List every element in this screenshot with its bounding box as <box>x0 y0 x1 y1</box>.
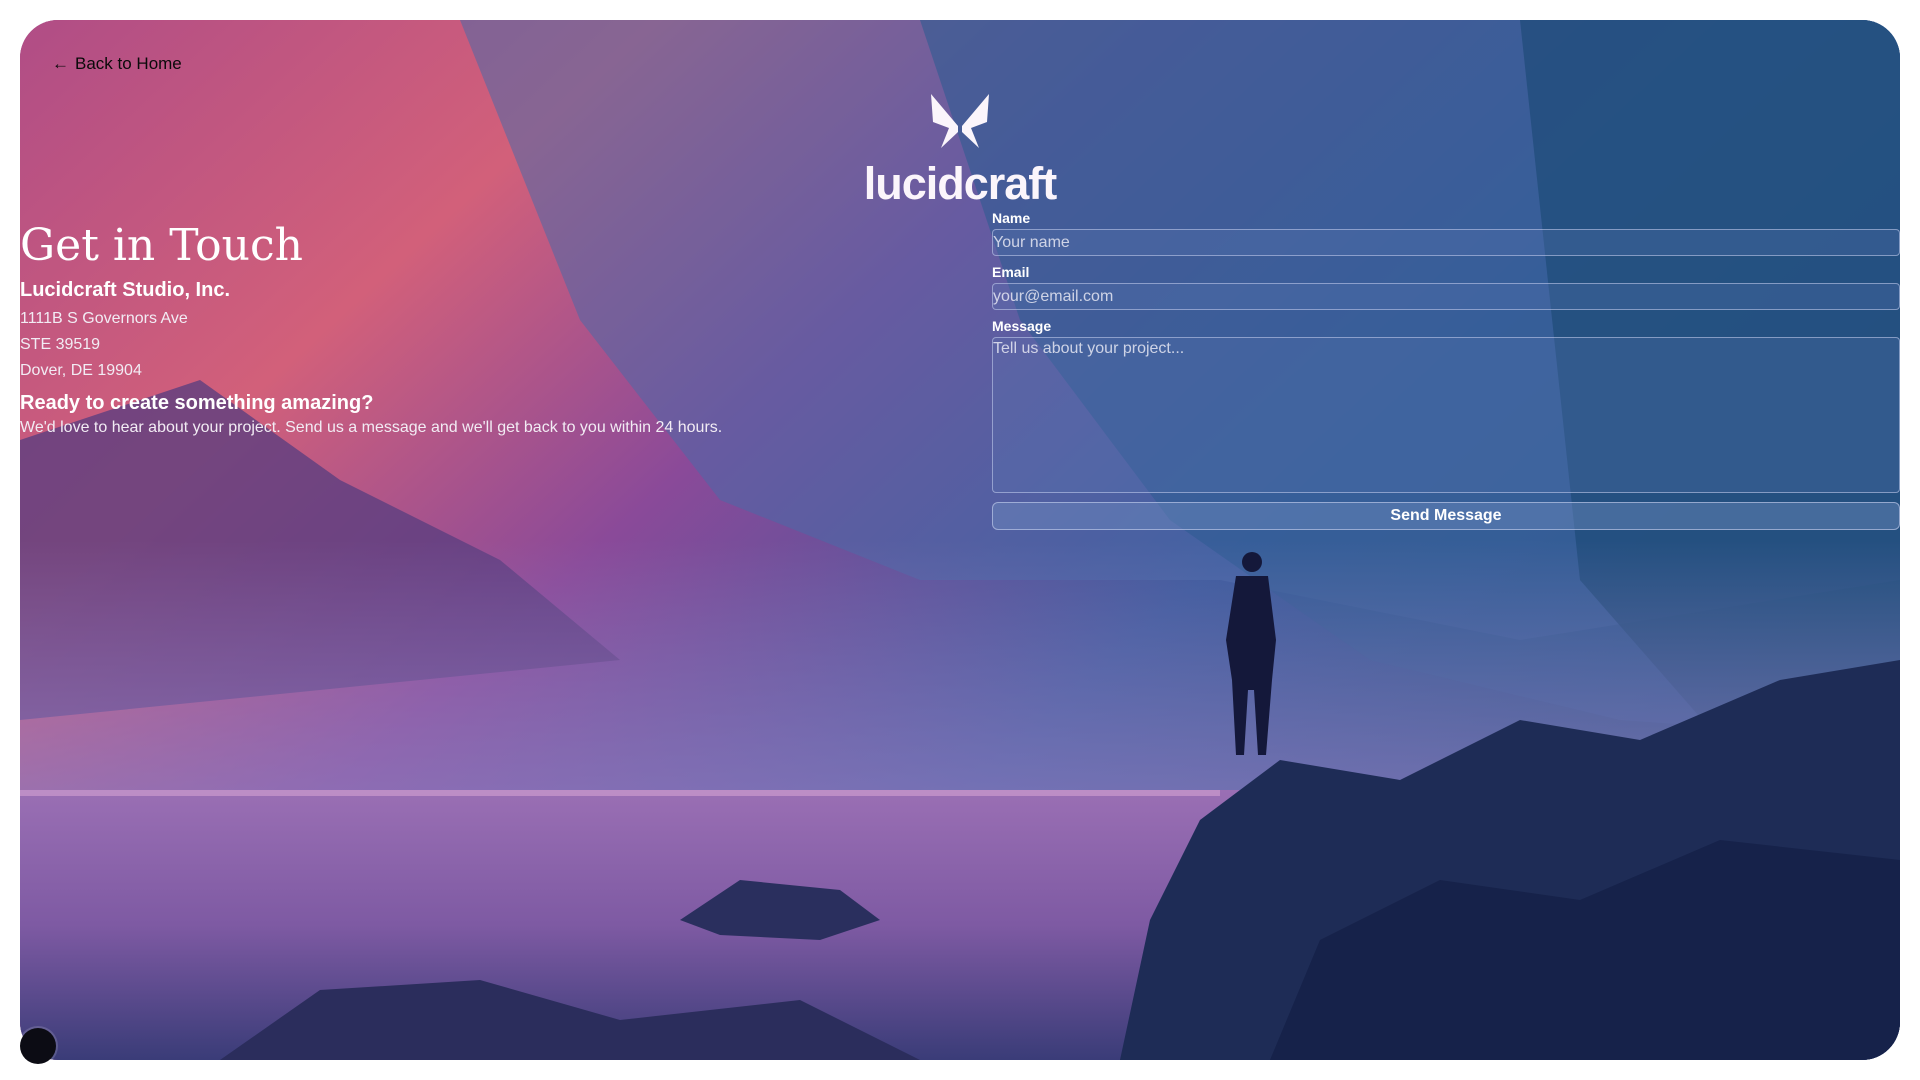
contact-info: Get in Touch Lucidcraft Studio, Inc. 111… <box>20 220 880 437</box>
back-to-home-label: Back to Home <box>75 54 182 73</box>
brand-logo: lucidcraft <box>20 92 1900 210</box>
address-line-1: 1111B S Governors Ave <box>20 310 188 327</box>
message-label: Message <box>992 318 1052 334</box>
back-to-home-link[interactable]: ← Back to Home <box>52 54 182 74</box>
butterfly-icon <box>931 94 989 148</box>
address-line-2: STE 39519 <box>20 336 101 353</box>
tagline: Ready to create something amazing? <box>20 392 374 414</box>
description: We'd love to hear about your project. Se… <box>20 419 723 436</box>
email-input[interactable] <box>992 283 1900 310</box>
address-line-3: Dover, DE 19904 <box>20 362 142 379</box>
name-label: Name <box>992 210 1031 226</box>
send-message-button[interactable]: Send Message <box>992 502 1900 530</box>
hero-background: ← Back to Home lucidcraft Get in Touch L… <box>20 20 1900 1060</box>
page-title: Get in Touch <box>20 220 303 271</box>
company-name: Lucidcraft Studio, Inc. <box>20 279 231 301</box>
contact-form: Name Email Message Send Message <box>992 210 1900 530</box>
brand-name: lucidcraft <box>863 158 1058 209</box>
floating-action-dot[interactable] <box>20 1028 56 1064</box>
email-label: Email <box>992 264 1030 280</box>
arrow-left-icon: ← <box>52 54 69 73</box>
message-textarea[interactable] <box>992 337 1900 493</box>
name-input[interactable] <box>992 229 1900 256</box>
